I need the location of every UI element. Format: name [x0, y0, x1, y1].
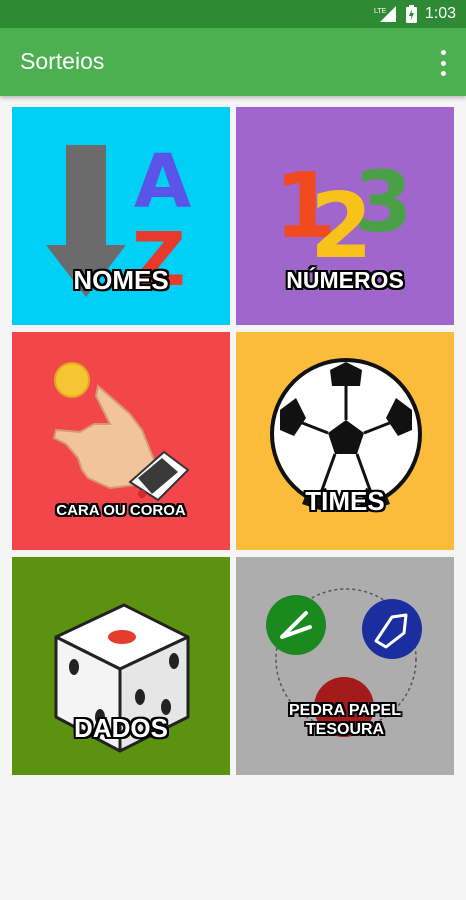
tile-times[interactable]: TIMES — [236, 332, 454, 550]
clock: 1:03 — [424, 5, 456, 22]
tile-pedra-papel-tesoura[interactable]: PEDRA PAPEL TESOURA — [236, 557, 454, 775]
status-bar: LTE 1:03 — [0, 0, 466, 28]
tile-label: CARA OU COROA — [56, 502, 186, 519]
tile-label: PEDRA PAPEL TESOURA — [236, 701, 454, 739]
tile-label: NÚMEROS — [286, 267, 404, 293]
tile-label: NOMES — [73, 265, 169, 295]
tile-numeros[interactable]: 1 3 2 NÚMEROS — [236, 107, 454, 325]
tile-label-line2: TESOURA — [305, 721, 385, 738]
tile-cara-ou-coroa[interactable]: CARA OU COROA — [12, 332, 230, 550]
svg-text:2: 2 — [310, 174, 373, 279]
soccer-ball-icon — [270, 358, 422, 510]
app-title: Sorteios — [20, 48, 105, 74]
battery-icon — [405, 5, 417, 23]
rock-paper-scissors-icon — [266, 588, 422, 737]
lte-signal-icon: LTE — [374, 6, 396, 22]
more-vert-icon[interactable] — [436, 50, 450, 76]
tile-label-line1: PEDRA PAPEL — [288, 702, 401, 719]
svg-text:A: A — [134, 139, 191, 225]
tile-label: DADOS — [74, 713, 168, 743]
tile-dados[interactable]: DADOS — [12, 557, 230, 775]
network-type-text: LTE — [374, 8, 387, 15]
paper-icon — [362, 599, 422, 659]
tile-nomes[interactable]: A Z NOMES — [12, 107, 230, 325]
tile-label: TIMES — [305, 486, 385, 516]
app-bar: Sorteios — [0, 28, 466, 96]
